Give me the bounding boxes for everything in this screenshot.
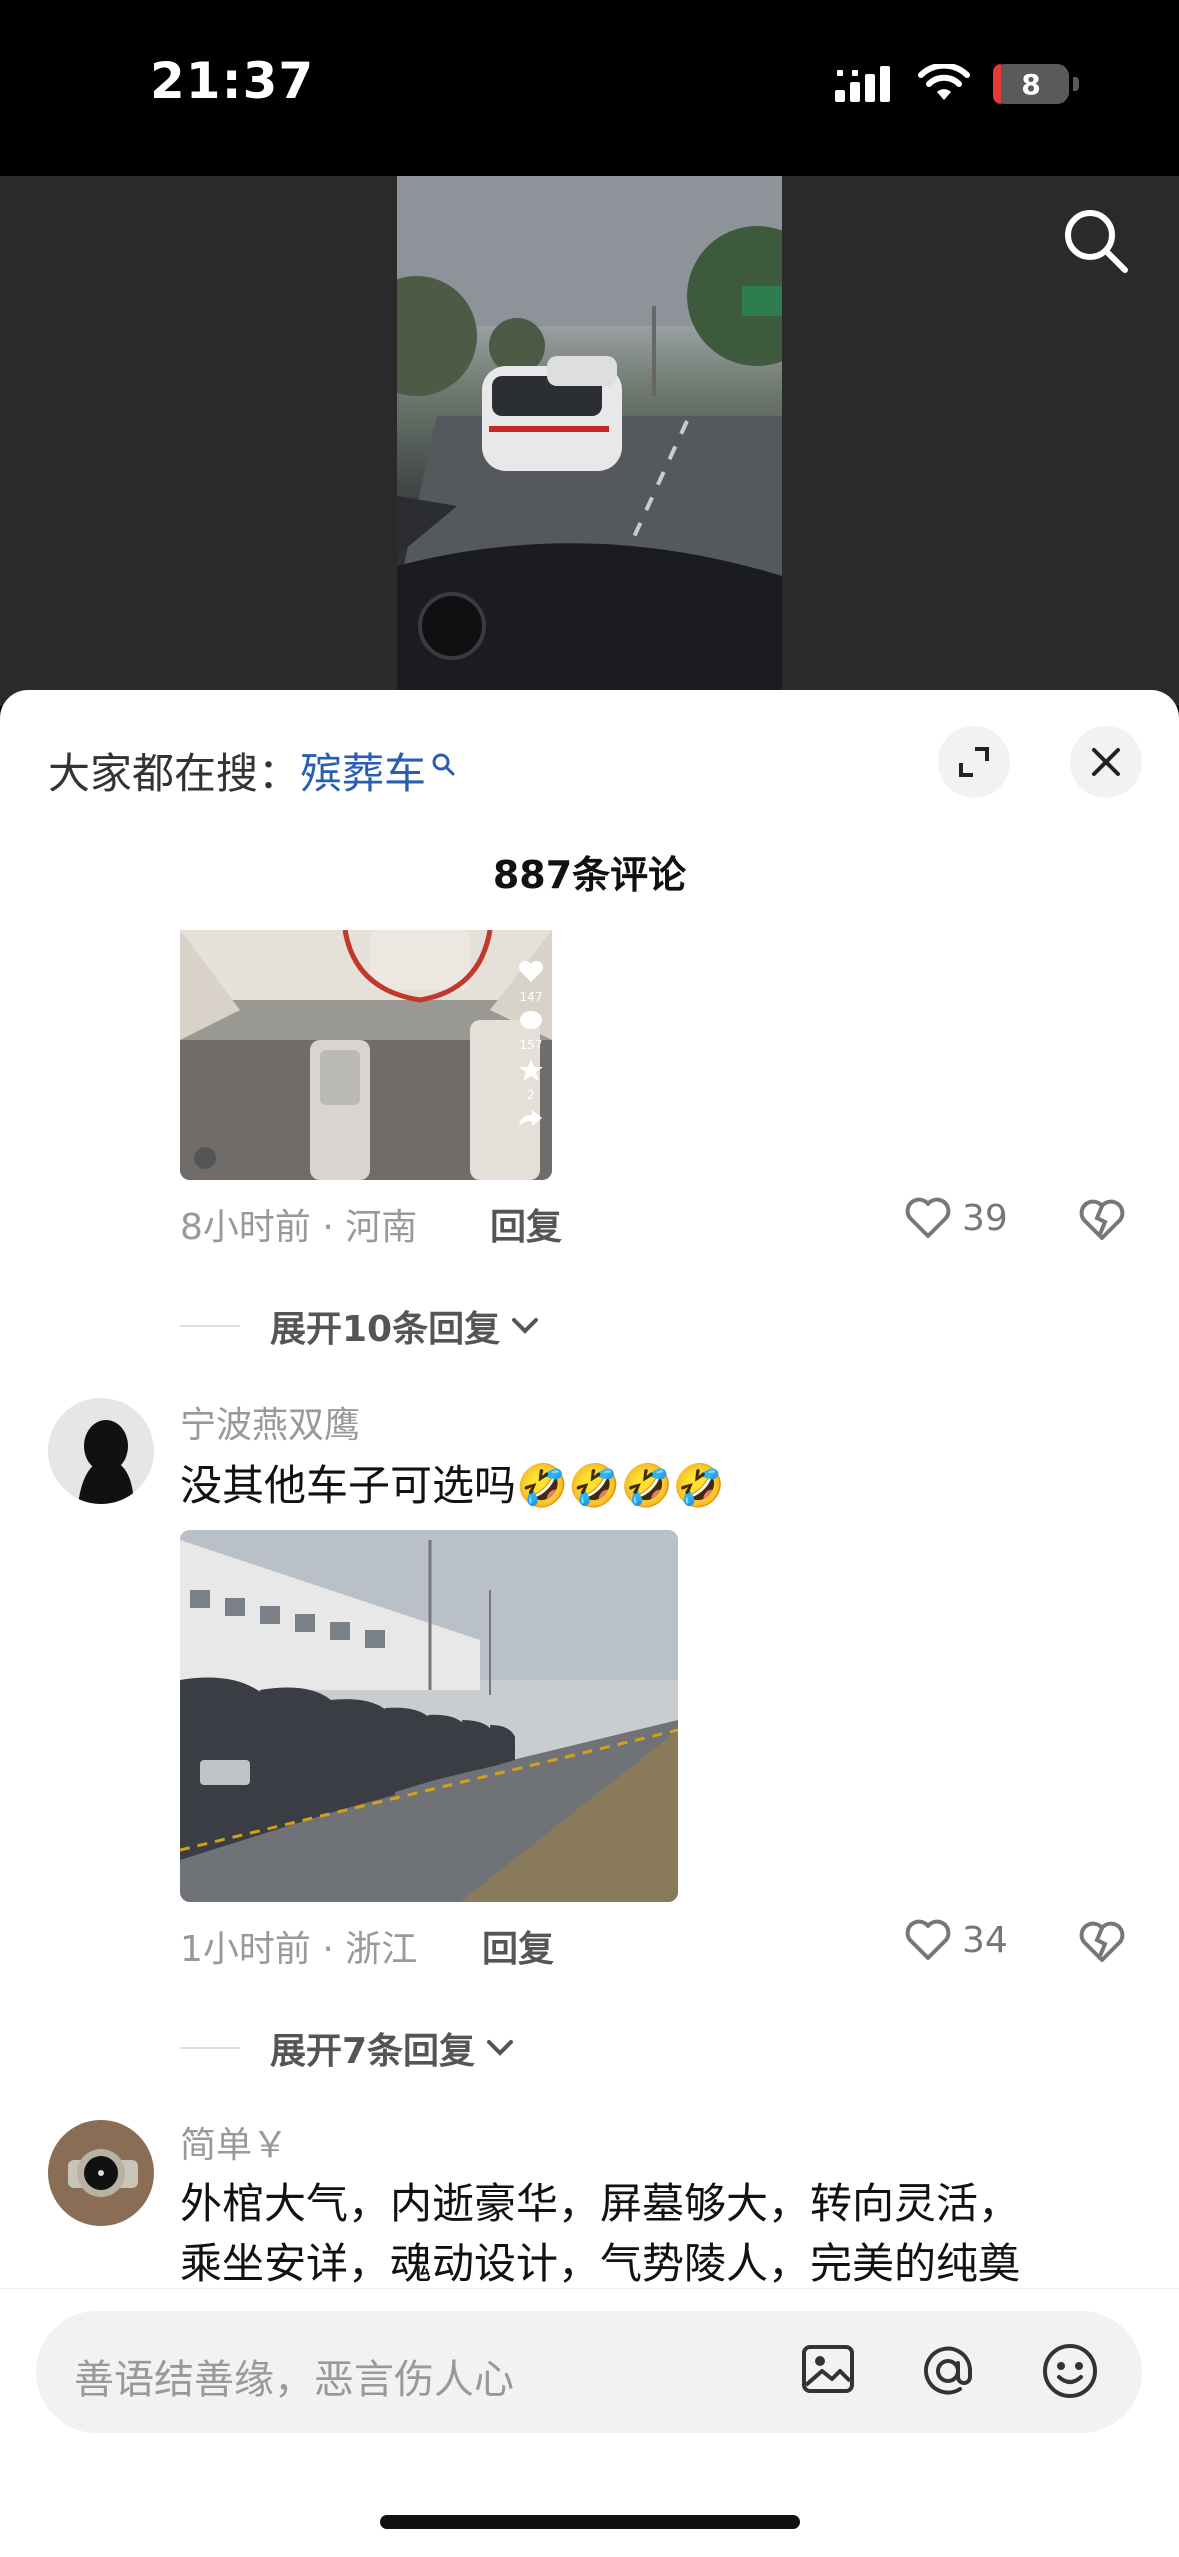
dislike-button[interactable] [1078,1198,1126,1246]
reply-button[interactable]: 回复 [482,1920,554,1972]
expand-replies-label: 展开10条回复 [270,1309,501,1350]
comment-text: 没其他车子可选吗🤣🤣🤣🤣 [180,1461,726,1510]
comment-image[interactable] [180,1530,678,1902]
like-button[interactable]: 34 [904,1918,1008,1962]
avatar[interactable] [48,2120,154,2226]
parked-cars-image [180,1530,678,1902]
image-icon [802,2345,854,2393]
at-icon [924,2346,973,2395]
like-count: 34 [962,1919,1008,1961]
status-icons: 8 [835,64,1079,104]
comment-text-line-1: 外棺大气，内逝豪华，屏墓够大，转向灵活， [180,2179,1021,2228]
avatar[interactable] [48,1398,154,1504]
emoji-button[interactable] [1038,2339,1102,2407]
heart-icon [905,1197,951,1238]
avatar-image [48,1398,154,1504]
cellular-signal-icon [835,66,890,102]
status-bar: 21:37 8 [0,0,1179,176]
chevron-down-icon [512,1318,539,1334]
like-count: 39 [962,1197,1008,1239]
smiley-icon [1043,2344,1097,2398]
comments-sheet: 大家都在搜： 殡葬车 887条评论 147 157 2 8小时前 · 河南 回复… [0,690,1179,2556]
video-player[interactable] [0,176,1179,706]
comment-input-placeholder: 善语结善缘，恶言伤人心 [74,2357,514,2403]
hot-search-term[interactable]: 殡葬车 [300,740,426,801]
username[interactable]: 简单￥ [180,2116,288,2168]
battery-indicator: 8 [993,64,1069,104]
overlay-likes: 147 [519,990,543,1004]
video-thumbnail-image [397,176,782,706]
overlay-star-icon [519,1059,543,1081]
comment-input-bar: 善语结善缘，恶言伤人心 [0,2288,1179,2557]
broken-heart-icon [1079,1199,1125,1240]
dislike-button[interactable] [1078,1920,1126,1968]
image-upload-button[interactable] [798,2339,858,2403]
hot-search-prefix: 大家都在搜： [48,749,301,798]
video-frame[interactable] [397,176,782,706]
close-icon [1092,748,1120,776]
reply-button[interactable]: 回复 [490,1198,562,1250]
home-indicator[interactable] [380,2515,800,2529]
search-icon[interactable] [1061,206,1131,280]
battery-low-fill [993,64,1001,104]
comment-text-line-2: 乘坐安详，魂动设计，气势陵人，完美的纯奠 [180,2239,1021,2288]
car-interior-image [180,930,552,1180]
like-button[interactable]: 39 [904,1196,1008,1240]
overlay-favorites: 2 [527,1088,535,1102]
battery-cap [1073,77,1079,91]
comment-meta: 1小时前 · 浙江 [180,1929,418,1970]
overlay-share-icon [519,1110,542,1127]
expand-sheet-button[interactable] [938,726,1010,798]
expand-replies-label: 展开7条回复 [270,2031,476,2072]
username[interactable]: 宁波燕双鹰 [180,1396,360,1448]
comments-count: 887条评论 [492,853,687,897]
comment-image[interactable]: 147 157 2 [180,930,552,1180]
heart-icon [905,1919,951,1960]
expand-icon [959,747,989,777]
divider-line [180,2047,240,2049]
broken-heart-icon [1079,1921,1125,1962]
expand-replies-button[interactable]: 展开7条回复 [180,2022,517,2074]
close-button[interactable] [1070,726,1142,798]
comment-meta: 8小时前 · 河南 [180,1207,418,1248]
expand-replies-button[interactable]: 展开10条回复 [180,1300,542,1352]
overlay-comment-icon [520,1011,542,1029]
small-search-icon [432,753,455,775]
mention-button[interactable] [916,2339,980,2407]
battery-level: 8 [1021,67,1041,101]
avatar-image [48,2120,154,2226]
hot-search-banner[interactable]: 大家都在搜： 殡葬车 [48,740,456,801]
overlay-comments: 157 [519,1038,543,1052]
comment-input[interactable]: 善语结善缘，恶言伤人心 [36,2311,1142,2433]
divider-line [180,1325,240,1327]
image-overlay-stats: 147 157 2 [518,930,544,1128]
chevron-down-icon [487,2040,514,2056]
status-time: 21:37 [150,52,315,110]
overlay-heart-icon [518,960,544,982]
wifi-icon [918,64,970,100]
